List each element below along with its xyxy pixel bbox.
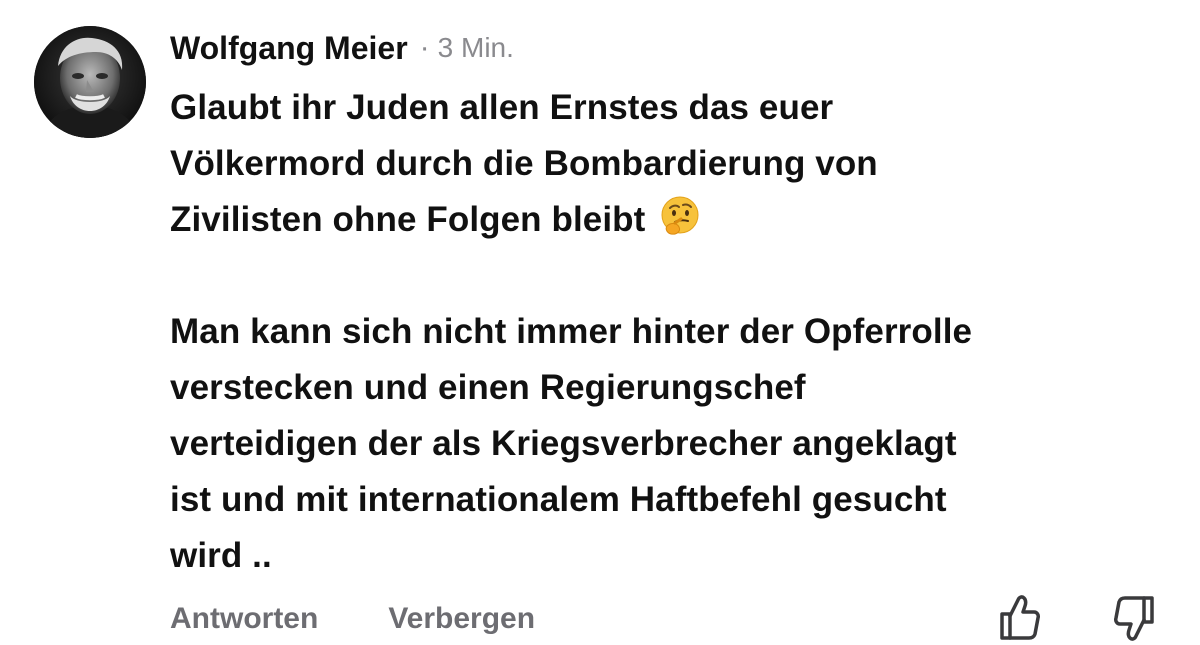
hide-button[interactable]: Verbergen [388, 602, 535, 636]
avatar-portrait [34, 26, 146, 138]
meta-separator: · [419, 31, 430, 64]
comment-line: verteidigen der als Kriegsverbrecher ang… [170, 424, 957, 463]
comment-line-text: Zivilisten ohne Folgen bleibt [170, 200, 646, 239]
timestamp: 3 Min. [437, 32, 514, 63]
thumbs-up-icon [1000, 595, 1040, 640]
comment-header: Wolfgang Meier · 3 Min. [170, 24, 514, 72]
comment-line: ist und mit internationalem Haftbefehl g… [170, 480, 947, 519]
thumbs-down-icon [1114, 596, 1154, 641]
dislike-button[interactable] [1110, 592, 1158, 644]
avatar[interactable] [34, 26, 146, 138]
comment-body: Glaubt ihr Juden allen Ernstes das euer … [170, 80, 1180, 584]
comment-line: Man kann sich nicht immer hinter der Opf… [170, 312, 973, 351]
comment-line: Glaubt ihr Juden allen Ernstes das euer [170, 88, 834, 127]
thinking-face-icon [661, 196, 699, 235]
comment-line: Zivilisten ohne Folgen bleibt [170, 192, 1180, 248]
comment-line: wird .. [170, 536, 272, 575]
comment-actions: Antworten Verbergen [170, 594, 535, 644]
like-button[interactable] [996, 592, 1044, 644]
comment-line: Völkermord durch die Bombardierung von [170, 144, 878, 183]
author-name[interactable]: Wolfgang Meier [170, 30, 408, 67]
reply-button[interactable]: Antworten [170, 602, 318, 636]
comment-line: verstecken und einen Regierungschef [170, 368, 806, 407]
comment-card: Wolfgang Meier · 3 Min. Glaubt ihr Juden… [0, 0, 1200, 645]
